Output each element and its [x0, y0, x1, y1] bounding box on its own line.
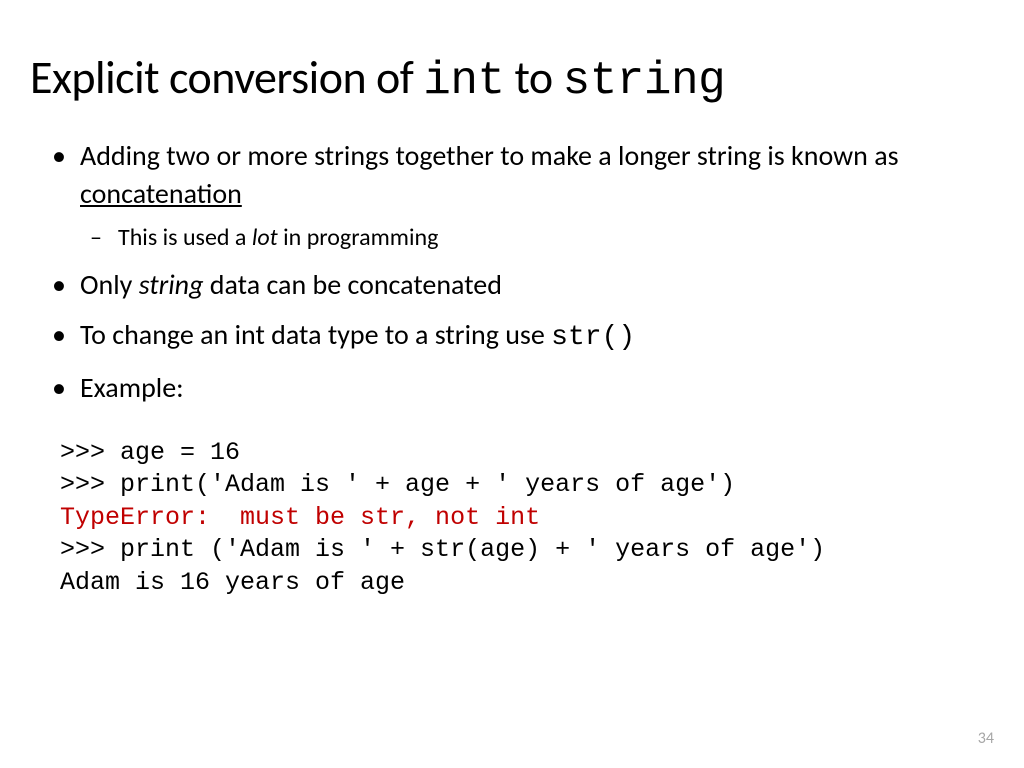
title-text-2: to: [505, 50, 563, 106]
page-number: 34: [978, 729, 994, 748]
bullet-4-text: Example:: [80, 370, 184, 405]
code-line-5: Adam is 16 years of age: [60, 567, 994, 600]
bullet-2-italic: string: [139, 267, 204, 302]
bullet-item-2: Only string data can be concatenated: [80, 266, 994, 304]
title-text-1: Explicit conversion of: [30, 50, 423, 106]
bullet-3-code: str(): [551, 322, 635, 353]
sub-1-text-1: This is used a: [118, 223, 252, 252]
code-line-error: TypeError: must be str, not int: [60, 502, 994, 535]
bullet-2-text-1: Only: [80, 267, 139, 302]
sub-list: This is used a lot in programming: [80, 221, 994, 255]
sub-1-text-2: in programming: [278, 223, 439, 252]
bullet-1-text: Adding two or more strings together to m…: [80, 138, 899, 173]
sub-1-italic: lot: [252, 223, 278, 252]
sub-bullet-1: This is used a lot in programming: [118, 221, 994, 255]
title-code-2: string: [563, 55, 726, 107]
code-line-1: >>> age = 16: [60, 437, 994, 470]
bullet-2-text-2: data can be concatenated: [203, 267, 501, 302]
code-line-4: >>> print ('Adam is ' + str(age) + ' yea…: [60, 534, 994, 567]
bullet-item-4: Example:: [80, 369, 994, 407]
bullet-1-underline: concatenation: [80, 176, 242, 211]
bullet-3-text: To change an int data type to a string u…: [80, 317, 551, 352]
bullet-list: Adding two or more strings together to m…: [30, 137, 994, 407]
slide-title: Explicit conversion of int to string: [30, 50, 994, 107]
bullet-item-1: Adding two or more strings together to m…: [80, 137, 994, 254]
code-example: >>> age = 16>>> print('Adam is ' + age +…: [30, 437, 994, 600]
bullet-item-3: To change an int data type to a string u…: [80, 316, 994, 357]
title-code-1: int: [423, 55, 504, 107]
code-line-2: >>> print('Adam is ' + age + ' years of …: [60, 469, 994, 502]
